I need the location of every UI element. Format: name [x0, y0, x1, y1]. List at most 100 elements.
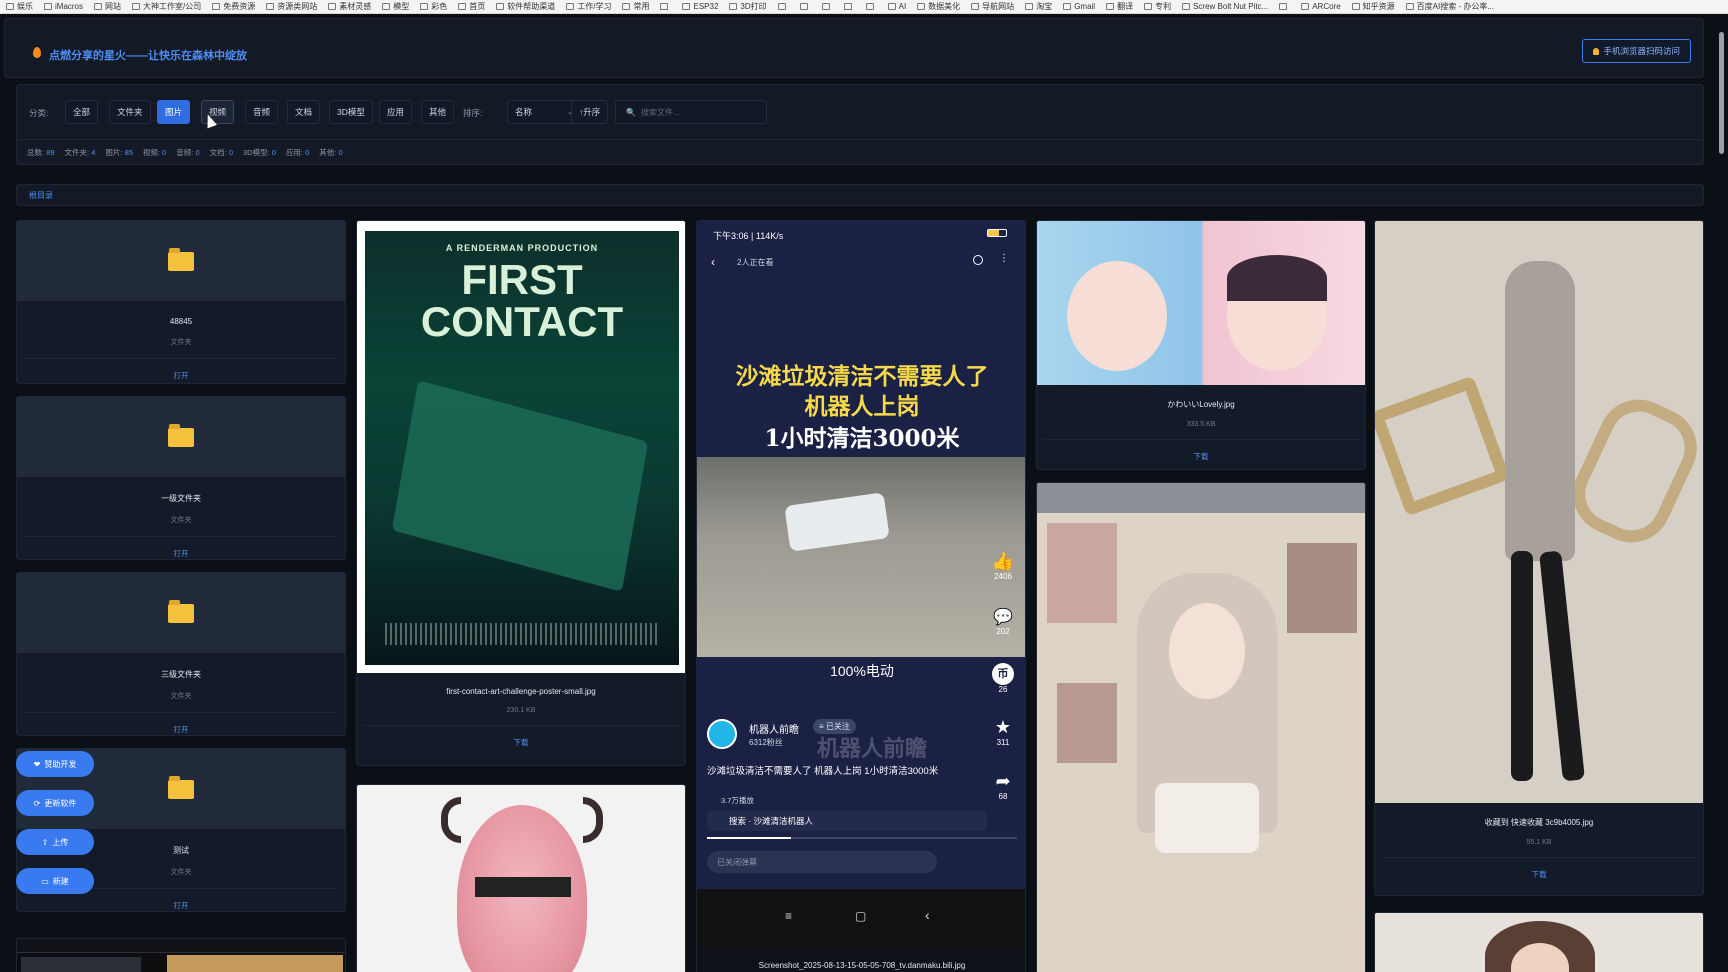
filter-folder[interactable]: 文件夹 — [109, 100, 151, 124]
favorite-count: 311 — [996, 738, 1010, 747]
bookmark-item[interactable]: 大神工作室/公司 — [132, 1, 201, 12]
bookmark-item[interactable]: 翻译 — [1106, 1, 1133, 12]
video-progress-fill — [707, 837, 791, 839]
open-folder-button[interactable]: 打开 — [17, 548, 345, 559]
screenshot-thumb — [17, 939, 345, 953]
open-folder-button[interactable]: 打开 — [17, 900, 345, 911]
bookmark-item[interactable] — [821, 3, 833, 10]
image-card[interactable]: 下午3:06 | 114K/s ‹ 2人正在看 ⋮ 沙滩垃圾清洁不需要人了 机器… — [696, 220, 1026, 972]
search-icon — [973, 255, 983, 265]
folder-card[interactable]: 三级文件夹 文件夹 打开 — [16, 572, 346, 736]
bookmark-item[interactable]: Gmail — [1063, 2, 1095, 11]
stat-item: 应用: 0 — [286, 147, 309, 158]
filter-all[interactable]: 全部 — [65, 100, 99, 124]
stat-label: 应用: — [285, 147, 304, 157]
bookmark-item[interactable]: 百度AI搜索 - 办公率... — [1405, 1, 1494, 12]
upload-button[interactable]: ⇧ 上传 — [16, 829, 94, 855]
bookmark-item[interactable]: 娱乐 — [6, 1, 33, 12]
bookmark-label: 软件帮助渠道 — [507, 2, 556, 11]
bookmark-item[interactable] — [843, 3, 855, 10]
filter-audio[interactable]: 音频 — [245, 100, 279, 124]
video-headline-3: 1小时清洁3000米 — [764, 425, 960, 452]
bookmark-item[interactable]: 工作/学习 — [566, 1, 611, 12]
phone-screenshot: 下午3:06 | 114K/s ‹ 2人正在看 ⋮ 沙滩垃圾清洁不需要人了 机器… — [697, 221, 1025, 949]
bookmark-item[interactable]: 资源类网站 — [266, 1, 317, 12]
bookmark-item[interactable]: 软件帮助渠道 — [496, 1, 555, 12]
stat-label: 其他: — [319, 147, 337, 157]
filter-3d-model[interactable]: 3D模型 — [329, 100, 373, 124]
download-button[interactable]: 下载 — [1375, 869, 1703, 880]
update-button[interactable]: ⟳ 更新软件 — [16, 790, 94, 816]
bookmark-item[interactable]: 淘宝 — [1025, 1, 1052, 12]
stat-value: 0 — [162, 147, 167, 157]
breadcrumb[interactable]: 根目录 — [16, 184, 1704, 206]
image-name: Screenshot_2025-08-13-15-05-05-708_tv.da… — [758, 961, 966, 970]
bookmark-folder-icon — [1144, 3, 1153, 10]
danmaku-input: 已关闭弹幕 — [707, 851, 937, 873]
bookmark-item[interactable]: 知乎资源 — [1351, 1, 1395, 12]
bookmark-item[interactable]: ARCore — [1301, 2, 1341, 11]
sort-order-button[interactable]: ↑升序 — [571, 100, 609, 124]
filter-other[interactable]: 其他 — [421, 100, 455, 124]
open-folder-button[interactable]: 打开 — [17, 370, 345, 381]
bookmark-folder-icon — [566, 3, 575, 10]
bookmark-item[interactable]: Screw Bolt Nut Pitc... — [1182, 2, 1268, 11]
bookmark-item[interactable]: 彩色 — [420, 1, 447, 12]
search-box[interactable]: 🔍 — [615, 100, 767, 124]
bookmark-item[interactable]: 首页 — [458, 1, 485, 12]
card-divider — [23, 712, 339, 713]
menu-icon: ≡ — [785, 909, 793, 923]
mobile-access-button[interactable]: 手机浏览器扫码访问 — [1582, 39, 1691, 63]
download-button[interactable]: 下载 — [1037, 451, 1365, 462]
poster-thumb: A RENDERMAN PRODUCTION FIRST CONTACT — [357, 221, 685, 673]
image-card[interactable]: A RENDERMAN PRODUCTION FIRST CONTACT fir… — [356, 220, 686, 766]
like-action: 👍 2406 — [989, 551, 1017, 581]
back-arrow-icon: ‹ — [711, 255, 715, 269]
bookmark-item[interactable]: 数据美化 — [917, 1, 960, 12]
image-card[interactable]: 收藏到 快速收藏 3c9b4005.jpg 55.1 KB 下载 — [1374, 220, 1704, 896]
favorite-action: ★ 311 — [989, 717, 1017, 747]
bookmark-item[interactable]: iMacros — [44, 2, 83, 11]
folder-card[interactable]: 48845 文件夹 打开 — [16, 220, 346, 384]
calligraphy-stroke — [1375, 375, 1511, 517]
folder-card[interactable]: 一级文件夹 文件夹 打开 — [16, 396, 346, 560]
bookmark-folder-icon — [843, 3, 852, 10]
bookmark-item[interactable] — [799, 3, 811, 10]
bookmark-item[interactable]: 常用 — [622, 1, 649, 12]
bookmark-item[interactable]: 专利 — [1144, 1, 1171, 12]
image-card-partial[interactable] — [16, 938, 346, 972]
update-label: 更新软件 — [44, 798, 77, 808]
image-card[interactable] — [1036, 482, 1366, 972]
bookmark-item[interactable] — [1279, 3, 1290, 10]
upload-icon: ⇧ — [41, 837, 49, 847]
flame-icon — [33, 47, 41, 58]
page-scrollbar[interactable] — [1719, 32, 1724, 154]
sort-select[interactable]: 名称 ⌄ — [507, 100, 581, 124]
bookmark-item[interactable]: 模型 — [382, 1, 409, 12]
sort-value: 名称 — [515, 107, 533, 117]
bookmark-item[interactable] — [777, 3, 789, 10]
bookmark-item[interactable]: 免费资源 — [212, 1, 255, 12]
sponsor-button[interactable]: ❤ 赞助开发 — [16, 751, 94, 777]
search-input[interactable] — [640, 107, 761, 117]
bookmark-item[interactable]: 3D打印 — [729, 1, 767, 12]
bookmark-item[interactable]: 导航网站 — [971, 1, 1014, 12]
filter-image[interactable]: 图片 — [157, 100, 191, 124]
filter-document[interactable]: 文档 — [287, 100, 321, 124]
image-card-partial[interactable] — [1374, 912, 1704, 972]
bookmark-item[interactable]: AI — [887, 2, 906, 11]
bookmark-item[interactable] — [660, 3, 671, 10]
bookmark-item[interactable] — [865, 3, 877, 10]
download-button[interactable]: 下载 — [357, 737, 685, 748]
bookmark-item[interactable]: 素材灵感 — [328, 1, 371, 12]
open-folder-button[interactable]: 打开 — [17, 724, 345, 735]
image-card[interactable] — [356, 784, 686, 972]
image-card[interactable]: かわいいLovely.jpg 333.5 KB 下载 — [1036, 220, 1366, 470]
bookmark-item[interactable]: 网站 — [94, 1, 121, 12]
stat-value: 0 — [195, 147, 200, 157]
bookmark-folder-icon — [821, 3, 830, 10]
breadcrumb-root[interactable]: 根目录 — [29, 190, 53, 201]
filter-app[interactable]: 应用 — [379, 100, 413, 124]
new-button[interactable]: ▭ 新建 — [16, 868, 94, 894]
bookmark-item[interactable]: ESP32 — [682, 2, 718, 11]
